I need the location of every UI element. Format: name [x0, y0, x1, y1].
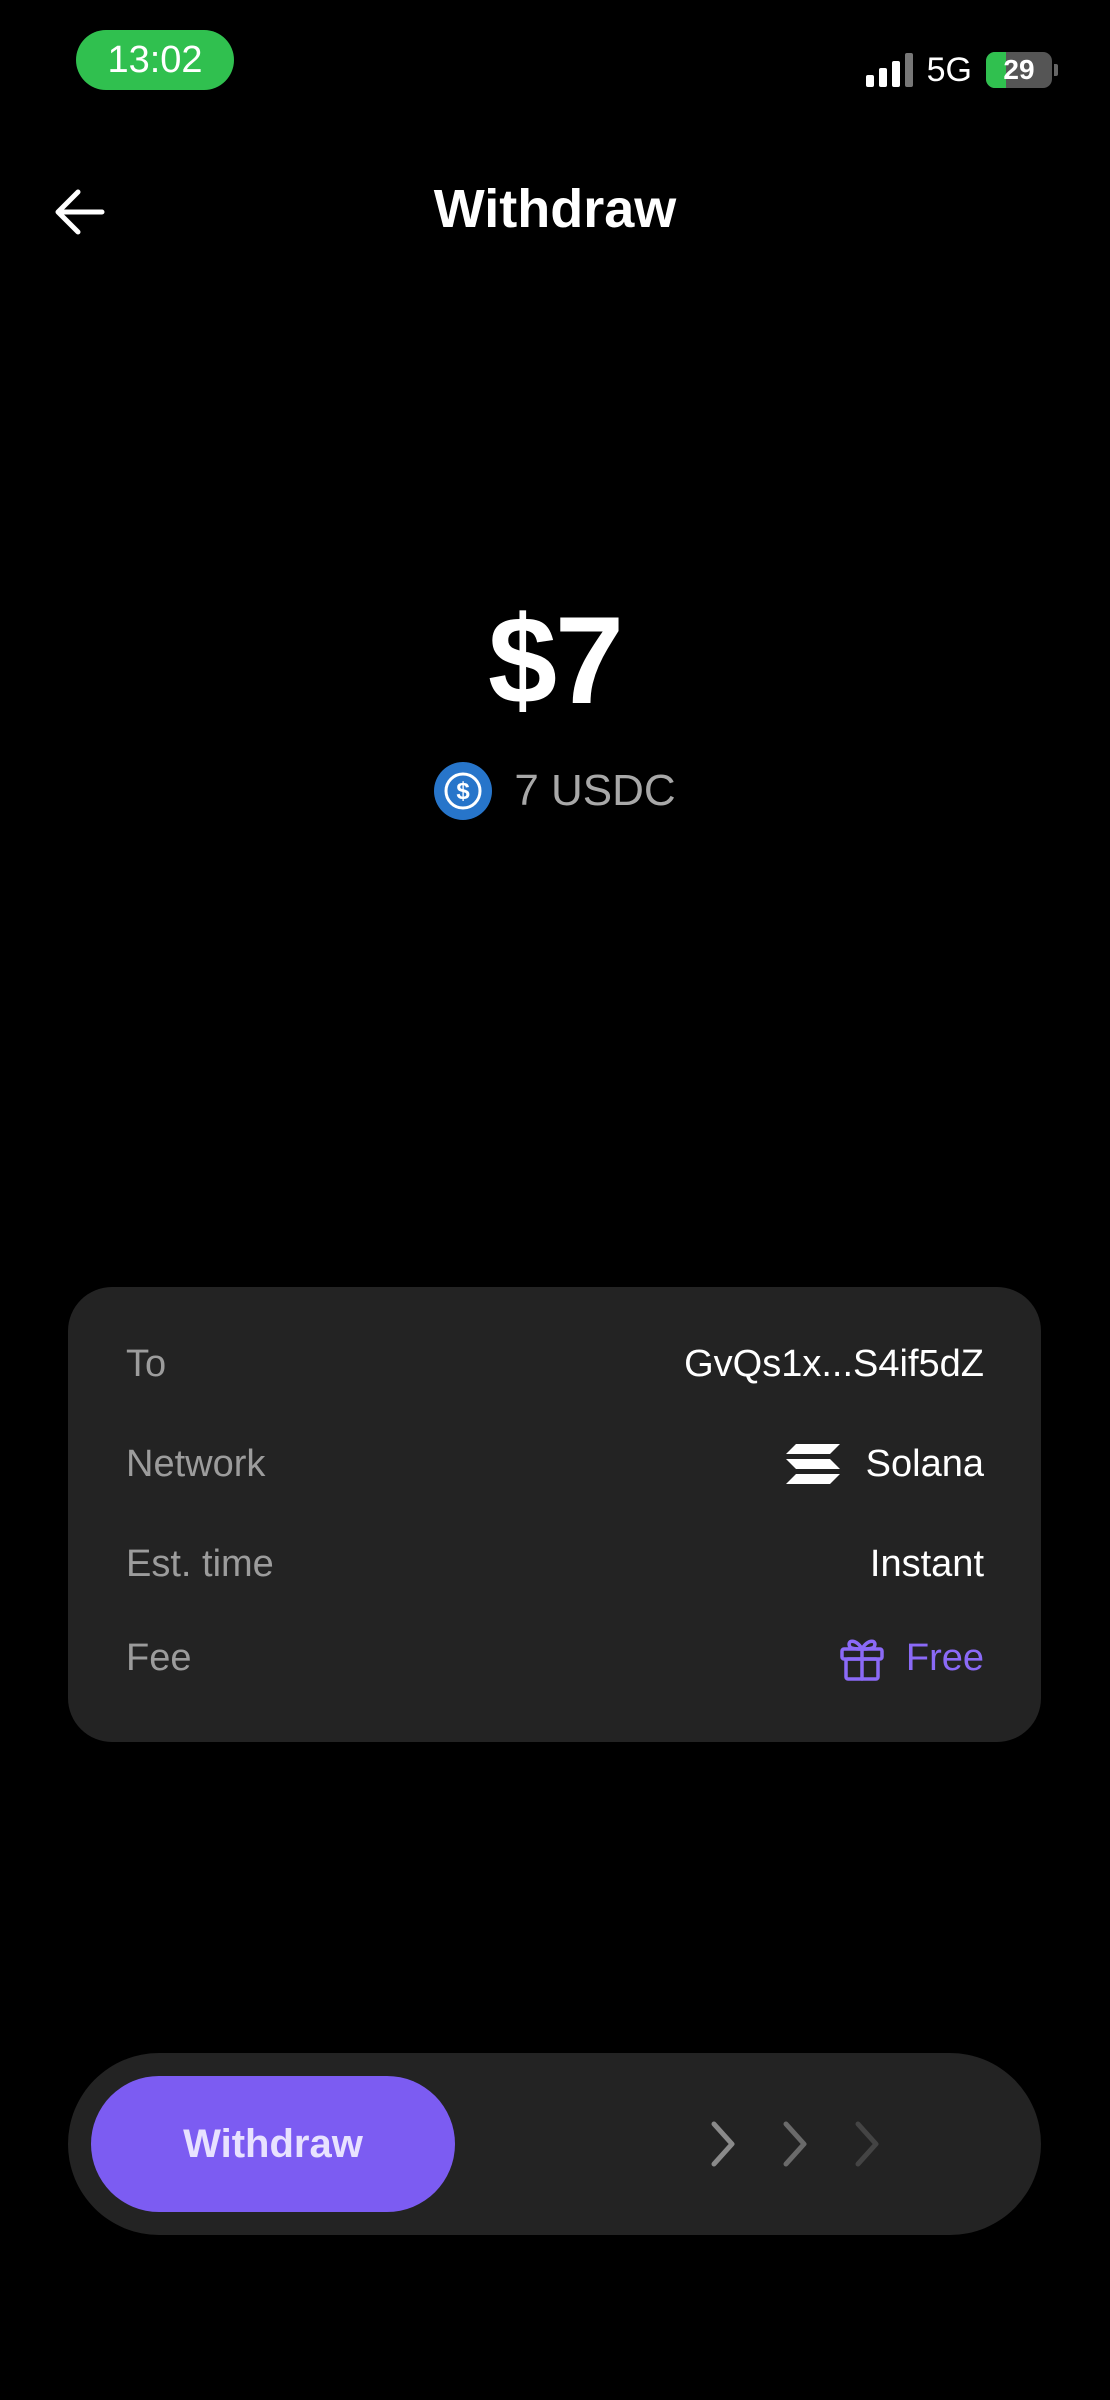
svg-text:$: $: [457, 778, 471, 805]
fee-label: Fee: [126, 1636, 192, 1679]
solana-icon: [785, 1444, 840, 1484]
battery-icon: 29: [986, 52, 1052, 88]
network-label: Network: [126, 1442, 266, 1485]
fee-value-group: Free: [838, 1634, 984, 1682]
network-value-group: Solana: [785, 1442, 984, 1486]
detail-row-fee: Fee Free: [126, 1628, 984, 1688]
network-type-label: 5G: [926, 50, 972, 89]
fee-value: Free: [905, 1636, 984, 1679]
detail-row-network: Network Solana: [126, 1434, 984, 1494]
fiat-amount: $7: [488, 592, 624, 730]
est-time-value: Instant: [869, 1542, 984, 1585]
gift-icon: [840, 1639, 884, 1681]
network-value: Solana: [865, 1442, 984, 1485]
chevron-right-icon: [783, 2121, 807, 2167]
chevron-right-icon: [711, 2121, 735, 2167]
detail-row-est-time: Est. time Instant: [126, 1534, 984, 1594]
slide-hint-chevrons: [700, 2114, 890, 2174]
usdc-coin-icon: $: [434, 762, 493, 820]
status-indicators: 5G 29: [865, 48, 1058, 92]
detail-row-to: To GvQs1x...S4if5dZ: [126, 1334, 984, 1394]
to-address: GvQs1x...S4if5dZ: [684, 1342, 984, 1385]
status-time: 13:02: [76, 30, 234, 90]
withdraw-slider-label: Withdraw: [183, 2121, 363, 2166]
chevron-right-icon: [855, 2121, 879, 2167]
to-label: To: [126, 1342, 167, 1385]
withdraw-slider-button[interactable]: Withdraw: [91, 2076, 455, 2212]
crypto-amount-row: $ 7 USDC: [0, 762, 1110, 820]
crypto-amount: 7 USDC: [514, 766, 676, 815]
page-title: Withdraw: [433, 179, 677, 239]
battery-percent: 29: [1003, 54, 1035, 85]
est-time-label: Est. time: [126, 1542, 274, 1585]
signal-strength-icon: [865, 53, 913, 87]
